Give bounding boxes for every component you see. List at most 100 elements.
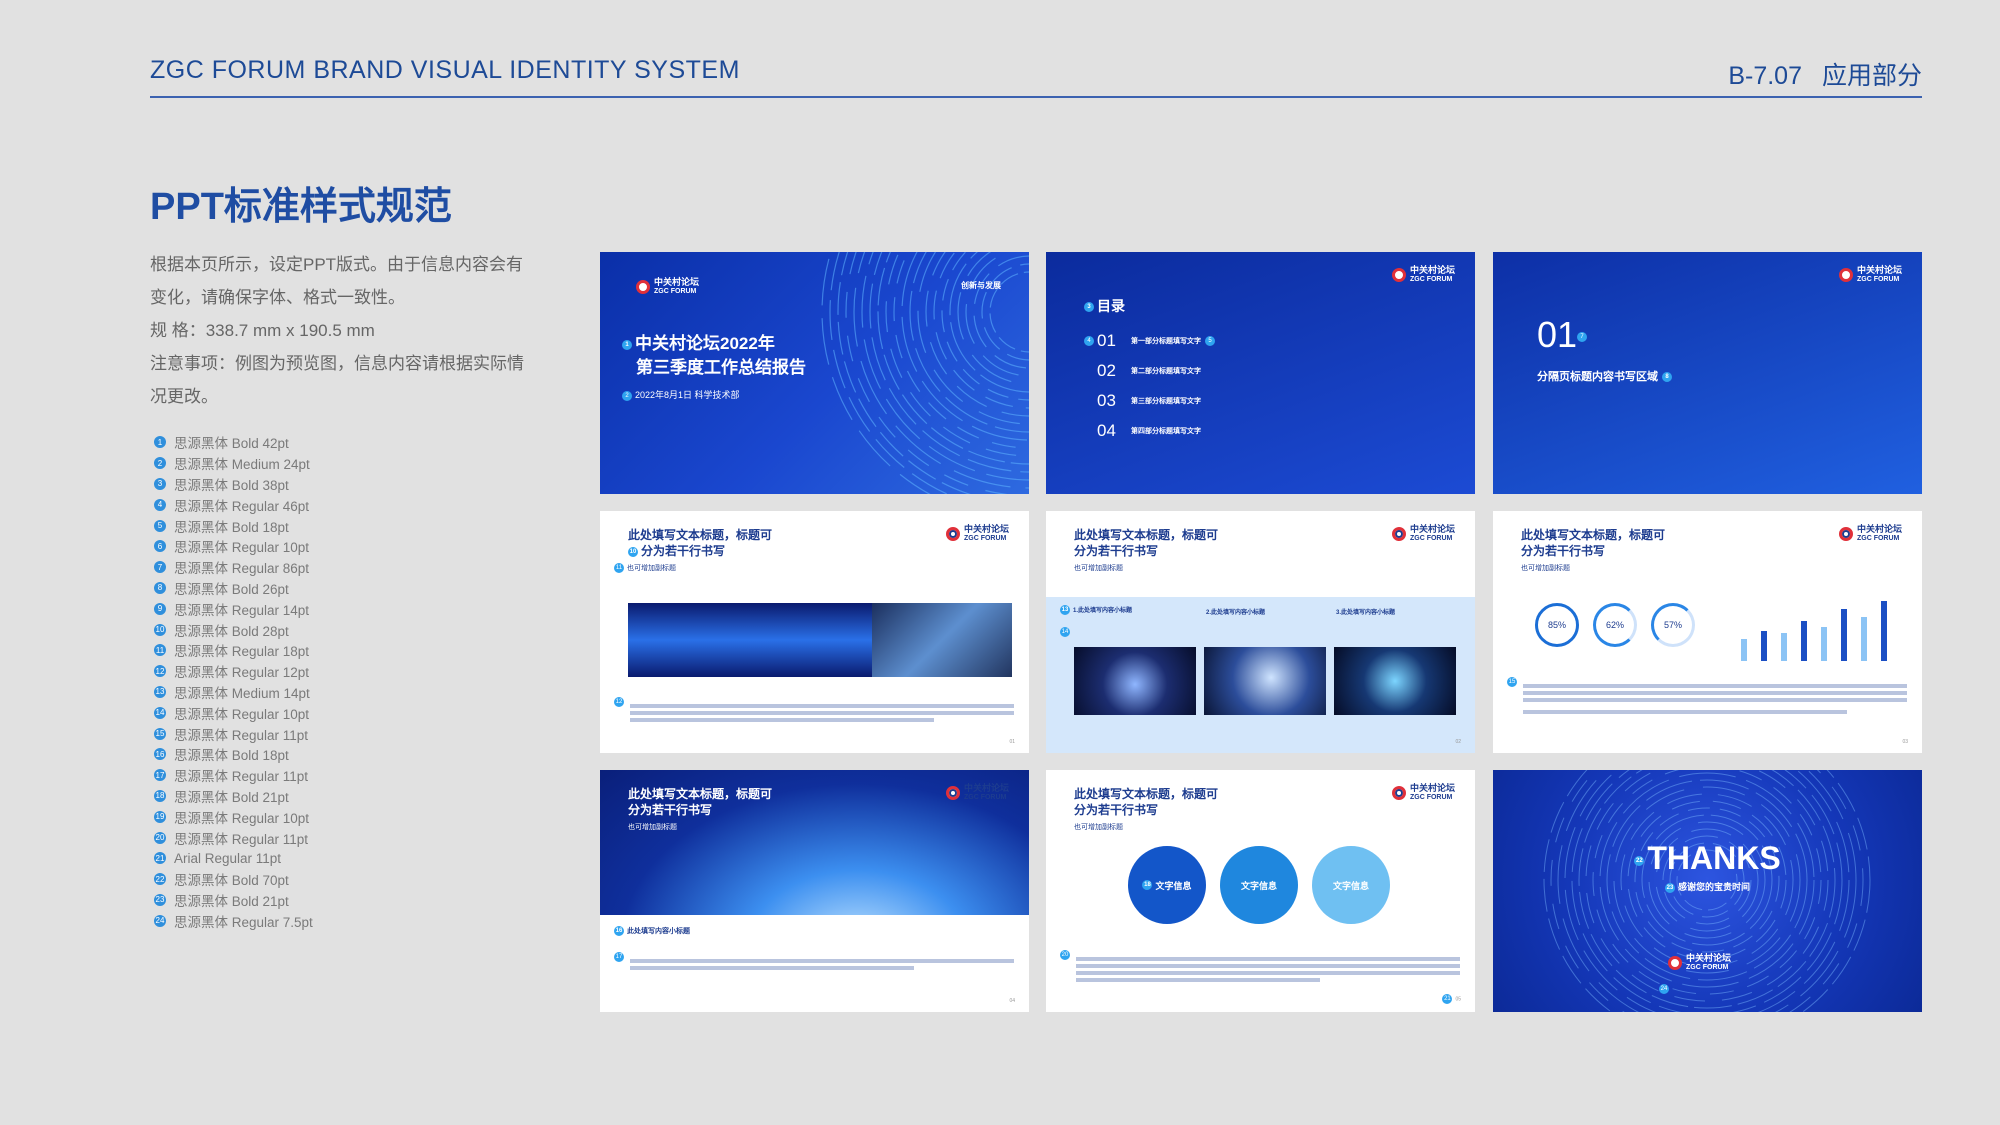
badge-22: 22: [1634, 855, 1645, 866]
spec-text: Arial Regular 11pt: [174, 850, 282, 866]
badge-5: 5: [1205, 336, 1215, 346]
spec-text: 思源黑体 Bold 38pt: [174, 477, 289, 493]
spec-number-badge: 11: [154, 644, 166, 657]
page-number: 04: [1009, 998, 1015, 1004]
body-text: 20: [1060, 946, 1460, 982]
badge-7: 7: [1577, 332, 1588, 343]
toc-item: 04 第四部分标题填写文字: [1084, 416, 1218, 446]
logo-mark-icon: [945, 527, 960, 541]
spec-text: 思源黑体 Regular 11pt: [174, 831, 309, 847]
toc-heading-text: 目录: [1097, 298, 1125, 314]
logo: 中关村论坛 ZGC FORUM: [1391, 265, 1455, 284]
font-spec-item: 14 思源黑体 Regular 10pt: [154, 702, 313, 723]
spec-text: 思源黑体 Regular 14pt: [174, 602, 310, 618]
page-number: 02: [1455, 739, 1461, 745]
spec-number-badge: 7: [154, 561, 166, 574]
font-spec-item: 20 思源黑体 Regular 11pt: [154, 827, 313, 848]
spec-text: 思源黑体 Regular 86pt: [174, 561, 310, 577]
logo-mark-icon: [945, 786, 960, 800]
content-title-line1: 此处填写文本标题，标题可: [1074, 787, 1219, 801]
body-text: 15: [1507, 673, 1907, 714]
badge-18: 18: [1142, 880, 1153, 890]
font-spec-item: 6 思源黑体 Regular 10pt: [154, 536, 313, 557]
slide-content-5: 中关村论坛 ZGC FORUM 此处填写文本标题，标题可 分为若干行书写 也可增加…: [1046, 770, 1475, 1012]
font-spec-item: 12 思源黑体 Regular 12pt: [154, 661, 313, 682]
font-spec-item: 19 思源黑体 Regular 10pt: [154, 806, 313, 827]
content-title: 此处填写文本标题，标题可 分为若干行书写: [1074, 527, 1218, 559]
font-spec-item: 1 思源黑体 Bold 42pt: [154, 432, 313, 453]
section-title-text: 分隔页标题内容书写区域: [1537, 371, 1658, 383]
cover-date: 2 2022年8月1日 科学技术部: [622, 388, 740, 401]
font-spec-item: 13 思源黑体 Medium 14pt: [154, 682, 313, 703]
spec-number-badge: 10: [154, 623, 166, 636]
bubble: 文字信息: [1312, 846, 1390, 924]
badge-16: 16: [614, 926, 624, 937]
desc-line: 况更改。: [150, 387, 218, 406]
spec-number-badge: 9: [154, 602, 166, 615]
logo: 中关村论坛 ZGC FORUM: [945, 525, 1009, 543]
logo: 中关村论坛 ZGC FORUM: [1838, 265, 1902, 284]
content-title: 此处填写文本标题，标题可 分为若干行书写: [628, 786, 772, 818]
slide-content-3: 中关村论坛 ZGC FORUM 此处填写文本标题，标题可 分为若干行书写 也可增加…: [1493, 511, 1922, 753]
toc-item-label: 第一部分标题填写文字: [1131, 338, 1201, 345]
spec-text: 思源黑体 Bold 18pt: [174, 519, 289, 535]
content-subtitle-text: 也可增加副标题: [627, 565, 676, 572]
slide-cover: 中关村论坛 ZGC FORUM 创新与发展 1 中关村论坛2022年 第三季度工作总…: [600, 252, 1029, 494]
logo-mark-icon: [636, 280, 650, 294]
content-title-line2: 分为若干行书写: [628, 803, 713, 817]
logo-cn: 中关村论坛: [1409, 265, 1455, 275]
thanks-big: 22 THANKS: [1493, 840, 1922, 877]
s6-item: 2.此处填写内容小标题: [1206, 610, 1266, 616]
logo: 中关村论坛 ZGC FORUM: [1391, 525, 1455, 543]
logo-en: ZGC FORUM: [1409, 535, 1453, 542]
badge-13: 13: [1060, 605, 1070, 616]
thanks-sub-text: 感谢您的宝贵时间: [1677, 882, 1750, 892]
page-number: 21 05: [1442, 994, 1461, 1004]
earth-header-image: 中关村论坛 ZGC FORUM 此处填写文本标题，标题可 分为若干行书写 也可增加…: [600, 770, 1029, 915]
s6-item-label: 1.此处填写内容小标题: [1073, 608, 1133, 614]
logo-mark-icon: [1391, 268, 1406, 282]
toc-list: 4 01 第一部分标题填写文字 5 02 第二部分标题填写文字 03 第三部分标题填写文字 04…: [1084, 326, 1218, 446]
spec-number-badge: 13: [154, 685, 166, 698]
desc-line: 变化，请确保字体、格式一致性。: [150, 288, 405, 307]
description: 根据本页所示，设定PPT版式。由于信息内容会有 变化，请确保字体、格式一致性。 …: [150, 248, 550, 413]
s6-item: 3.此处填写内容小标题: [1336, 610, 1396, 616]
spec-number-badge: 16: [154, 748, 166, 761]
font-spec-item: 15 思源黑体 Regular 11pt: [154, 723, 313, 744]
chart-bar: [1881, 601, 1887, 661]
font-spec-item: 2 思源黑体 Medium 24pt: [154, 453, 313, 474]
toc-item-label: 第三部分标题填写文字: [1131, 398, 1201, 405]
logo-cn: 中关村论坛: [1856, 265, 1902, 275]
font-spec-item: 18 思源黑体 Bold 21pt: [154, 786, 313, 807]
chart-bar: [1841, 609, 1847, 661]
spec-number-badge: 20: [154, 831, 166, 844]
page-title: PPT标准样式规范: [150, 186, 452, 228]
badge-24: 24: [1659, 983, 1669, 994]
font-spec-item: 7 思源黑体 Regular 86pt: [154, 557, 313, 578]
font-spec-item: 17 思源黑体 Regular 11pt: [154, 765, 313, 786]
spec-number-badge: 8: [154, 581, 166, 594]
font-spec-item: 22 思源黑体 Bold 70pt: [154, 869, 313, 890]
spec-text: 思源黑体 Bold 21pt: [174, 893, 289, 909]
toc-item: 02 第二部分标题填写文字: [1084, 356, 1218, 386]
toc-heading: 3 目录: [1084, 296, 1125, 316]
spec-text: 思源黑体 Regular 10pt: [174, 810, 310, 826]
logo-en: ZGC FORUM: [1686, 964, 1729, 971]
toc-item-number: 03: [1097, 391, 1116, 410]
badge-10: 10: [628, 546, 638, 557]
spec-number-badge: 18: [154, 789, 166, 802]
desc-line: 根据本页所示，设定PPT版式。由于信息内容会有: [150, 255, 524, 274]
slogan: 创新与发展: [961, 281, 1001, 290]
content-title-line2: 分为若干行书写: [1074, 803, 1159, 817]
bubble: 18 文字信息: [1128, 846, 1206, 924]
s7-subheading-text: 此处填写内容小标题: [627, 928, 690, 935]
page-number: 03: [1902, 739, 1908, 745]
arc-line: [909, 252, 1029, 433]
image-swirl-1: [1074, 647, 1196, 715]
chart-bar: [1801, 621, 1807, 661]
logo-mark-icon: [1391, 786, 1406, 800]
header-section: 应用部分: [1821, 62, 1922, 90]
desc-line: 规 格：338.7 mm x 190.5 mm: [150, 321, 375, 340]
chart-bar: [1781, 633, 1787, 661]
badge-12: 12: [614, 696, 624, 707]
